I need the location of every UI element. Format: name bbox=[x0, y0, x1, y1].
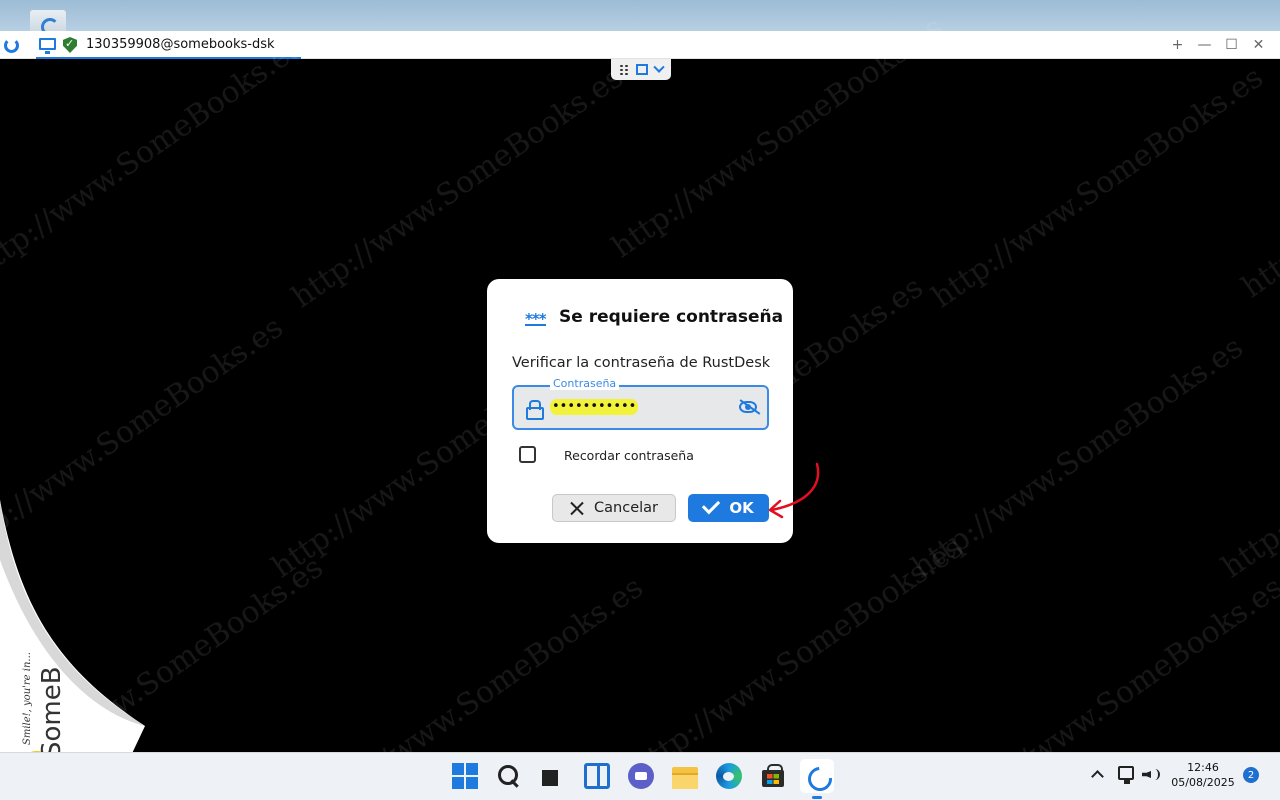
watermark-text: http://www.SomeBooks.es bbox=[625, 529, 970, 786]
watermark-text: http://www.SomeBooks.es bbox=[925, 59, 1270, 316]
recycle-bin-icon[interactable] bbox=[30, 10, 66, 36]
search-icon[interactable] bbox=[496, 763, 522, 789]
volume-icon[interactable] bbox=[1142, 768, 1160, 782]
password-input[interactable]: ••••••••••• bbox=[550, 399, 639, 415]
ok-button[interactable]: OK bbox=[688, 494, 769, 522]
clock-time: 12:46 bbox=[1187, 761, 1219, 774]
fullscreen-icon[interactable] bbox=[635, 64, 648, 75]
remember-password-checkbox[interactable] bbox=[519, 446, 536, 463]
taskbar bbox=[0, 752, 1280, 800]
close-icon bbox=[570, 501, 584, 515]
check-icon bbox=[702, 495, 721, 515]
widgets-icon[interactable] bbox=[584, 763, 610, 789]
start-windows-icon[interactable] bbox=[452, 763, 478, 789]
secure-shield-icon bbox=[63, 37, 77, 53]
cancel-button-label: Cancelar bbox=[594, 500, 658, 516]
teams-chat-icon[interactable] bbox=[628, 763, 654, 789]
network-icon[interactable] bbox=[1118, 766, 1134, 784]
watermark-text: http://www.SomeBooks.es bbox=[285, 59, 630, 316]
dialog-message: Verificar la contraseña de RustDesk bbox=[512, 355, 771, 371]
password-field-label: Contraseña bbox=[550, 378, 620, 390]
password-field[interactable]: Contraseña ••••••••••• bbox=[512, 378, 769, 430]
tab-remote-session[interactable]: 130359908@somebooks-dsk bbox=[36, 31, 301, 59]
watermark-text: http://www.SomeBooks.es bbox=[1215, 329, 1280, 586]
red-arrow-annotation bbox=[768, 462, 820, 519]
cancel-button[interactable]: Cancelar bbox=[552, 494, 676, 522]
branding-brand: SomeB bbox=[37, 666, 67, 758]
tab-title: 130359908@somebooks-dsk bbox=[86, 37, 275, 52]
edge-browser-icon[interactable] bbox=[716, 763, 742, 789]
drag-handle-icon[interactable] bbox=[618, 63, 629, 76]
taskbar-clock[interactable]: 12:46 05/08/2025 bbox=[1170, 760, 1236, 790]
rustdesk-logo-icon[interactable] bbox=[4, 38, 19, 53]
remote-window-titlebar: 130359908@somebooks-dsk + — ☐ ✕ bbox=[0, 31, 1280, 59]
password-dots-icon: *** bbox=[525, 310, 547, 328]
monitor-icon bbox=[39, 38, 56, 54]
lock-icon bbox=[526, 400, 544, 420]
minimize-button[interactable]: — bbox=[1191, 31, 1218, 59]
watermark-text: http://www.SomeBooks.es bbox=[1235, 49, 1280, 306]
remember-password-label: Recordar contraseña bbox=[564, 448, 694, 463]
task-view-icon[interactable] bbox=[540, 763, 568, 789]
maximize-button[interactable]: ☐ bbox=[1218, 31, 1245, 59]
store-icon[interactable] bbox=[760, 763, 786, 789]
dialog-title: Se requiere contraseña bbox=[559, 307, 784, 327]
ok-button-label: OK bbox=[729, 499, 754, 517]
add-tab-button[interactable]: + bbox=[1164, 31, 1191, 59]
rustdesk-taskbar-icon[interactable] bbox=[800, 759, 834, 799]
password-dialog: *** Se requiere contraseña Verificar la … bbox=[487, 279, 793, 543]
window-controls: + — ☐ ✕ bbox=[1164, 31, 1272, 59]
notification-badge[interactable]: 2 bbox=[1243, 767, 1259, 783]
watermark-text: http://www.SomeBooks.es bbox=[0, 29, 310, 286]
watermark-text: http://www.SomeBooks.es bbox=[905, 329, 1250, 586]
eye-off-icon[interactable] bbox=[739, 401, 757, 413]
file-explorer-icon[interactable] bbox=[672, 763, 698, 789]
branding-slogan: Smile!, you're in... bbox=[22, 652, 33, 745]
close-button[interactable]: ✕ bbox=[1245, 31, 1272, 59]
desktop-background bbox=[0, 0, 1280, 36]
remote-toolbar bbox=[611, 59, 671, 80]
clock-date: 05/08/2025 bbox=[1171, 776, 1235, 789]
chevron-down-icon[interactable] bbox=[653, 61, 665, 73]
